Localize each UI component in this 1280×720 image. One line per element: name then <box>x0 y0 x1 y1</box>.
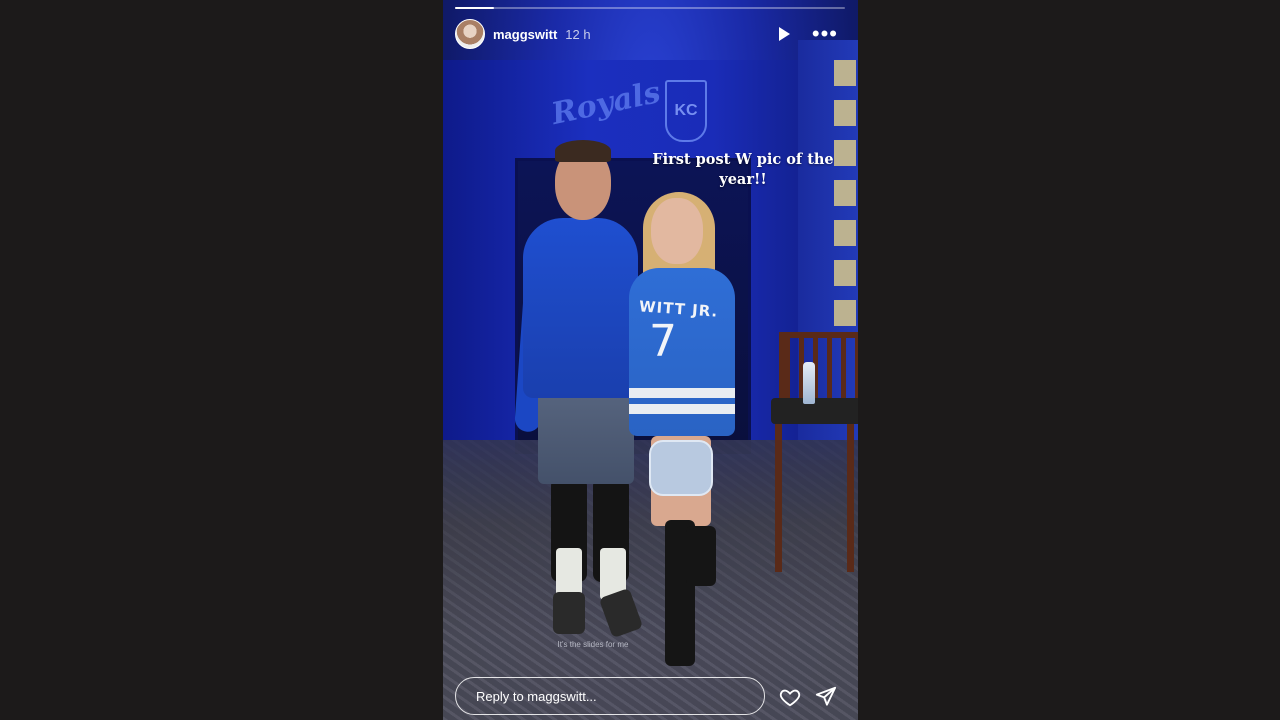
woman-boot <box>686 526 716 586</box>
kc-crest: KC <box>665 80 707 142</box>
play-icon[interactable] <box>778 27 790 41</box>
story-progress-fill <box>455 7 494 9</box>
wall-lettering <box>834 60 856 330</box>
reply-input[interactable] <box>474 687 764 705</box>
username[interactable]: maggswitt <box>493 27 557 42</box>
story-header: maggswitt 12 h ••• <box>455 19 846 49</box>
woman-head <box>651 198 703 264</box>
avatar[interactable] <box>455 19 485 49</box>
water-bottle <box>803 362 815 404</box>
story-caption: First post W pic of the year!! <box>652 151 834 188</box>
story-progress-bar <box>455 7 845 9</box>
send-icon[interactable] <box>815 685 837 707</box>
man-shirt <box>523 218 638 398</box>
story-subtext: It's the slides for me <box>557 640 629 649</box>
jersey-number: 7 <box>649 316 677 367</box>
more-icon[interactable]: ••• <box>812 23 838 45</box>
reply-bar[interactable] <box>455 677 765 715</box>
man-slide-sandal <box>553 592 585 634</box>
man-hair <box>555 140 611 162</box>
handbag <box>649 440 713 496</box>
post-time: 12 h <box>565 26 591 42</box>
story-viewer[interactable]: Royals KC WITT JR. 7 First post W pic of… <box>443 0 858 720</box>
heart-icon[interactable] <box>779 686 801 708</box>
man-shorts <box>538 384 634 484</box>
jersey-stripe <box>629 404 735 414</box>
jersey-stripe <box>629 388 735 398</box>
